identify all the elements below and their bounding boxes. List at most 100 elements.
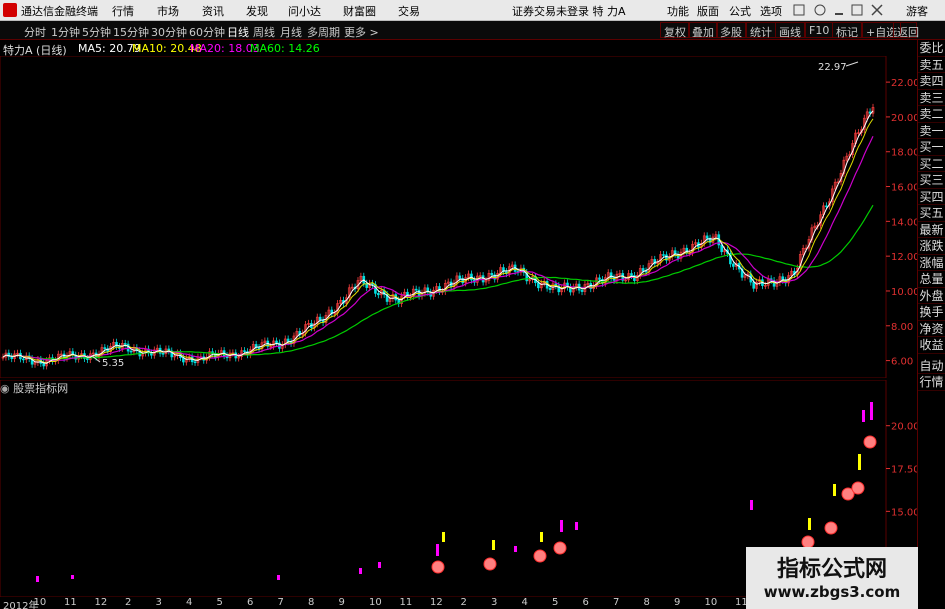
draw-line-button[interactable]: 画线 [775, 22, 805, 39]
side-panel-item[interactable]: 外盘 [918, 288, 945, 304]
menu-item-ask[interactable]: 问小达 [288, 3, 321, 19]
x-tick-label: 10 [704, 597, 718, 608]
side-panel-item[interactable]: 净资 [918, 321, 945, 337]
x-tick-label: 5 [552, 597, 559, 608]
side-panel-item[interactable]: 总量 [918, 271, 945, 288]
side-panel-item[interactable]: 买一 [918, 139, 945, 156]
menu-item-news[interactable]: 资讯 [202, 3, 224, 19]
side-panel-item[interactable]: 买四 [918, 189, 945, 205]
signal-marker-icon [863, 435, 877, 449]
price-tick-label: 18.00 [891, 148, 917, 159]
side-panel-item[interactable]: 卖五 [918, 57, 945, 73]
signal-bar [575, 522, 578, 530]
candle-body [458, 275, 462, 279]
signal-bar [442, 532, 445, 542]
title-bar: 通达信金融终端 行情 市场 资讯 发现 问小达 财富圈 交易 证券交易未登录 特… [0, 0, 945, 21]
side-panel-item[interactable]: 卖四 [918, 73, 945, 90]
candle-body [732, 263, 735, 267]
menu-item-market[interactable]: 行情 [112, 3, 134, 19]
candle-body [580, 289, 584, 292]
restore-rights-button[interactable]: 复权 [660, 22, 690, 39]
signal-bar [378, 562, 381, 568]
menu-item-options[interactable]: 选项 [760, 3, 782, 19]
tab-multi-period[interactable]: 多周期 [307, 24, 340, 40]
side-panel-item[interactable]: 卖二 [918, 106, 945, 123]
signal-bar [858, 454, 861, 470]
side-panel-item[interactable]: 卖一 [918, 123, 945, 139]
side-panel-item[interactable]: 卖三 [918, 90, 945, 106]
side-panel-item[interactable]: 收益 [918, 337, 945, 354]
candle-body [243, 350, 246, 352]
indicator-tick-label: 20.00 [891, 422, 917, 433]
x-tick-label: 8 [308, 597, 315, 608]
candle-body [86, 358, 89, 360]
price-chart[interactable]: 22.97 5.35 22.00 20.00 18.00 16.00 14.00 12.0… [0, 56, 917, 378]
signal-bar [436, 544, 439, 556]
menu-item-layout[interactable]: 版面 [697, 3, 719, 19]
side-panel-item[interactable]: 买五 [918, 205, 945, 222]
back-button[interactable]: 返回 [893, 22, 919, 39]
signal-bar [808, 518, 811, 530]
tab-5min[interactable]: 5分钟 [82, 24, 111, 40]
candle-body [548, 287, 552, 290]
tab-intraday[interactable]: 分时 [24, 24, 46, 40]
x-tick-label: 8 [643, 597, 650, 608]
menu-item-guest[interactable]: 游客 [906, 3, 928, 19]
menu-item-discover[interactable]: 发现 [246, 3, 268, 19]
tab-60min[interactable]: 60分钟 [189, 24, 225, 40]
signal-bar [277, 575, 280, 580]
candle-body [161, 353, 165, 355]
candle-body [275, 340, 278, 344]
price-tick-label: 12.00 [891, 252, 917, 263]
side-panel-item[interactable]: 自动 [918, 358, 945, 374]
app-logo-icon [3, 3, 17, 17]
x-tick-label: 4 [521, 597, 528, 608]
side-panel-item[interactable]: 涨幅 [918, 255, 945, 271]
overlay-button[interactable]: 叠加 [688, 22, 718, 39]
side-panel-item[interactable]: 行情 [918, 374, 945, 391]
tab-weekly[interactable]: 周线 [253, 24, 275, 40]
app-title: 通达信金融终端 [21, 5, 98, 18]
x-tick-label: 3 [155, 597, 162, 608]
side-panel-item[interactable]: 买三 [918, 172, 945, 189]
tab-1min[interactable]: 1分钟 [51, 24, 80, 40]
window-controls[interactable] [792, 2, 902, 18]
tab-15min[interactable]: 15分钟 [113, 24, 149, 40]
x-tick-label: 11 [399, 597, 413, 608]
candle-body [42, 363, 46, 367]
tab-daily[interactable]: 日线 [227, 24, 249, 40]
tab-30min[interactable]: 30分钟 [151, 24, 187, 40]
side-panel-item[interactable]: 换手 [918, 304, 945, 321]
statistics-button[interactable]: 统计 [746, 22, 776, 39]
chart-header: 特力A (日线) MA5: 20.79 MA10: 20.48 MA20: 18… [0, 40, 880, 57]
f10-button[interactable]: F10 [805, 22, 834, 38]
candle-body [22, 358, 25, 361]
menu-item-exchange[interactable]: 市场 [157, 3, 179, 19]
candle-body [490, 273, 494, 276]
x-axis: 2012年 10 11 12 2 3 4 5 6 7 8 9 10 11 12 2 3 4 5 6 7 8 9 10 11 [0, 597, 748, 609]
x-tick-label: 10 [33, 597, 47, 608]
menu-item-wealth[interactable]: 财富圈 [343, 3, 376, 19]
side-panel-item[interactable]: 买二 [918, 156, 945, 172]
multi-stock-button[interactable]: 多股 [716, 22, 746, 39]
menu-item-formula[interactable]: 公式 [729, 3, 751, 19]
candle-body [662, 254, 665, 256]
side-panel-item[interactable]: 最新 [918, 222, 945, 238]
quote-side-panel: 委比 卖五 卖四 卖三 卖二 卖一 买一 买二 买三 买四 买五 最新 涨跌 涨幅 总量 外盘 换手 净资 收益自动… [917, 40, 945, 609]
candle-body [318, 316, 322, 321]
signal-bar [492, 540, 495, 550]
price-tick-label: 16.00 [891, 183, 917, 194]
side-panel-item[interactable]: 涨跌 [918, 238, 945, 255]
price-tick-label: 6.00 [891, 357, 913, 368]
tab-more[interactable]: 更多 > [344, 24, 379, 40]
candle-body [10, 356, 14, 359]
menu-item-function[interactable]: 功能 [667, 3, 689, 19]
menu-item-trade[interactable]: 交易 [398, 3, 420, 19]
mark-button[interactable]: 标记 [832, 22, 862, 39]
signal-marker-icon [533, 549, 547, 563]
candle-body [752, 281, 756, 289]
tab-monthly[interactable]: 月线 [280, 24, 302, 40]
watermark-title: 指标公式网 [776, 557, 887, 582]
side-panel-item[interactable]: 委比 [918, 40, 945, 57]
price-tick-label: 22.00 [891, 78, 917, 89]
